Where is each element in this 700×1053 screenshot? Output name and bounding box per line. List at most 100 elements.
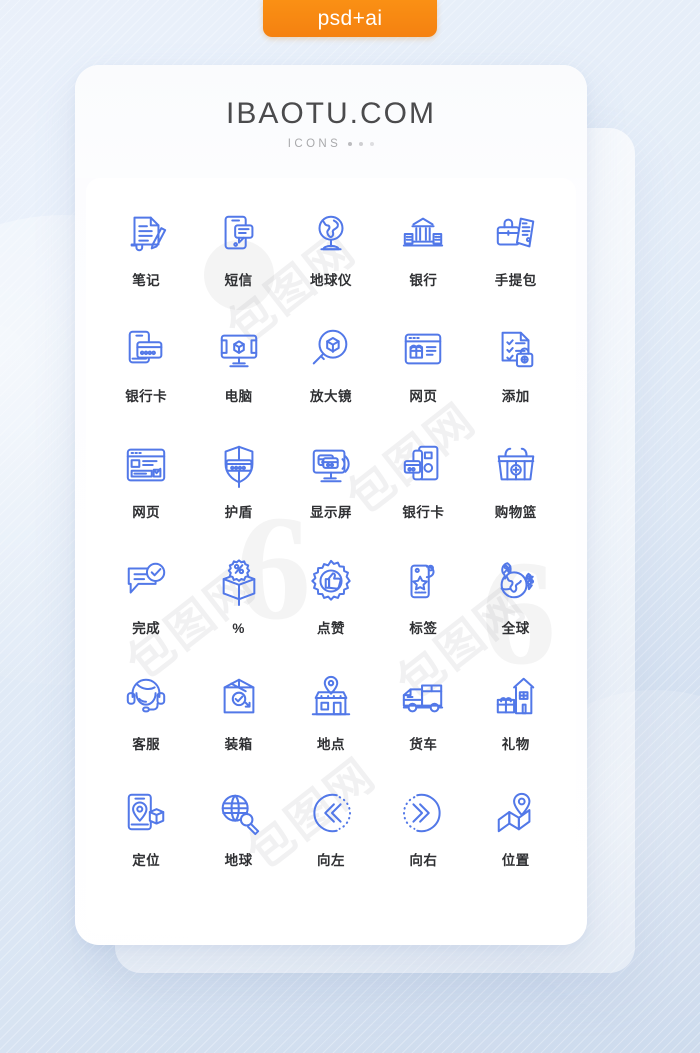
page-subtitle: ICONS xyxy=(287,138,342,150)
icon-cell[interactable]: 标签 xyxy=(377,554,469,670)
globe-stand-icon xyxy=(304,206,358,260)
add-document-icon xyxy=(489,322,543,376)
icon-cell[interactable]: 地点 xyxy=(285,670,377,786)
icon-cell[interactable]: 手提包 xyxy=(470,206,562,322)
icon-cell[interactable]: 向右 xyxy=(377,786,469,902)
thumbs-up-icon xyxy=(304,554,358,608)
dot-icon xyxy=(359,142,364,146)
icon-panel: 包图网 包图网 包图网 包图网 包图网 6 6 笔记 短信 地球仪 银行 手提包… xyxy=(86,178,576,934)
handbag-icon xyxy=(489,206,543,260)
icon-cell[interactable]: 放大镜 xyxy=(285,322,377,438)
icon-cell[interactable]: 银行卡 xyxy=(100,322,192,438)
icon-label: 位置 xyxy=(501,853,530,868)
icon-label: 银行 xyxy=(409,273,438,288)
icon-label: 地点 xyxy=(316,737,345,752)
icon-cell[interactable]: 定位 xyxy=(100,786,192,902)
icon-cell[interactable]: 银行 xyxy=(377,206,469,322)
complete-chat-icon xyxy=(119,554,173,608)
icon-label: 向左 xyxy=(316,853,345,868)
webpage-gift-icon xyxy=(396,322,450,376)
icon-cell[interactable]: 向左 xyxy=(285,786,377,902)
icon-cell[interactable]: 地球 xyxy=(192,786,284,902)
icon-label: 显示屏 xyxy=(309,505,352,520)
packing-box-icon xyxy=(212,670,266,724)
icon-label: 手提包 xyxy=(494,273,537,288)
icon-cell[interactable]: 礼物 xyxy=(470,670,562,786)
icon-grid: 笔记 短信 地球仪 银行 手提包 银行卡 电脑 放大镜 网页 添加 网页 护盾 … xyxy=(86,178,576,902)
icon-label: 添加 xyxy=(501,389,530,404)
icon-cell[interactable]: 购物篮 xyxy=(470,438,562,554)
icon-cell[interactable]: 完成 xyxy=(100,554,192,670)
icon-cell[interactable]: 电脑 xyxy=(192,322,284,438)
sms-icon xyxy=(212,206,266,260)
webpage-form-icon xyxy=(119,438,173,492)
icon-cell[interactable]: 全球 xyxy=(470,554,562,670)
magnifier-box-icon xyxy=(304,322,358,376)
truck-icon xyxy=(396,670,450,724)
icon-cell[interactable]: 装箱 xyxy=(192,670,284,786)
page-canvas: IBAOTU.COM ICONS 包图网 包图网 包图网 包图网 包图网 6 6 xyxy=(0,0,700,1053)
icon-cell[interactable]: 银行卡 xyxy=(377,438,469,554)
icon-set-card: IBAOTU.COM ICONS 包图网 包图网 包图网 包图网 包图网 6 6 xyxy=(75,65,587,945)
icon-label: 装箱 xyxy=(224,737,253,752)
icon-label: 标签 xyxy=(409,621,438,636)
icon-cell[interactable]: 短信 xyxy=(192,206,284,322)
icon-cell[interactable]: % xyxy=(192,554,284,670)
subtitle-row: ICONS xyxy=(287,138,375,150)
earth-search-icon xyxy=(212,786,266,840)
icon-cell[interactable]: 添加 xyxy=(470,322,562,438)
positioning-icon xyxy=(119,786,173,840)
dot-icon xyxy=(348,142,353,146)
icon-label: 货车 xyxy=(409,737,438,752)
icon-label: 购物篮 xyxy=(494,505,537,520)
icon-label: 地球仪 xyxy=(309,273,352,288)
psd-ai-badge: psd+ai xyxy=(263,0,437,37)
icon-label: 地球 xyxy=(224,853,253,868)
icon-label: 银行卡 xyxy=(402,505,445,520)
shop-location-icon xyxy=(304,670,358,724)
icon-cell[interactable]: 点赞 xyxy=(285,554,377,670)
bank-card-phone-icon xyxy=(119,322,173,376)
icon-cell[interactable]: 货车 xyxy=(377,670,469,786)
icon-label: 定位 xyxy=(132,853,161,868)
icon-label: 完成 xyxy=(132,621,161,636)
page-title: IBAOTU.COM xyxy=(225,97,436,130)
icon-cell[interactable]: 网页 xyxy=(377,322,469,438)
notes-icon xyxy=(119,206,173,260)
shopping-basket-icon xyxy=(489,438,543,492)
icon-label: 全球 xyxy=(501,621,530,636)
icon-label: 笔记 xyxy=(132,273,161,288)
icon-label: 电脑 xyxy=(224,389,253,404)
icon-label: 客服 xyxy=(132,737,161,752)
icon-label: 网页 xyxy=(409,389,438,404)
icon-label: 护盾 xyxy=(224,505,253,520)
bank-icon xyxy=(396,206,450,260)
icon-label: % xyxy=(232,621,245,636)
global-percent-icon xyxy=(489,554,543,608)
map-position-icon xyxy=(489,786,543,840)
display-screen-icon xyxy=(304,438,358,492)
dot-icon xyxy=(370,142,375,146)
icon-cell[interactable]: 地球仪 xyxy=(285,206,377,322)
gift-house-icon xyxy=(489,670,543,724)
psd-ai-badge-label: psd+ai xyxy=(317,7,383,30)
icon-label: 放大镜 xyxy=(309,389,352,404)
percent-box-icon xyxy=(212,554,266,608)
icon-label: 短信 xyxy=(224,273,253,288)
bank-card-stack-icon xyxy=(396,438,450,492)
shield-icon xyxy=(212,438,266,492)
icon-label: 银行卡 xyxy=(125,389,168,404)
computer-icon xyxy=(212,322,266,376)
card-header: IBAOTU.COM ICONS xyxy=(75,65,587,178)
icon-label: 点赞 xyxy=(316,621,345,636)
icon-cell[interactable]: 笔记 xyxy=(100,206,192,322)
icon-cell[interactable]: 位置 xyxy=(470,786,562,902)
icon-cell[interactable]: 网页 xyxy=(100,438,192,554)
tag-star-icon xyxy=(396,554,450,608)
arrow-left-icon xyxy=(304,786,358,840)
icon-cell[interactable]: 客服 xyxy=(100,670,192,786)
arrow-right-icon xyxy=(396,786,450,840)
icon-cell[interactable]: 护盾 xyxy=(192,438,284,554)
customer-service-icon xyxy=(119,670,173,724)
icon-cell[interactable]: 显示屏 xyxy=(285,438,377,554)
